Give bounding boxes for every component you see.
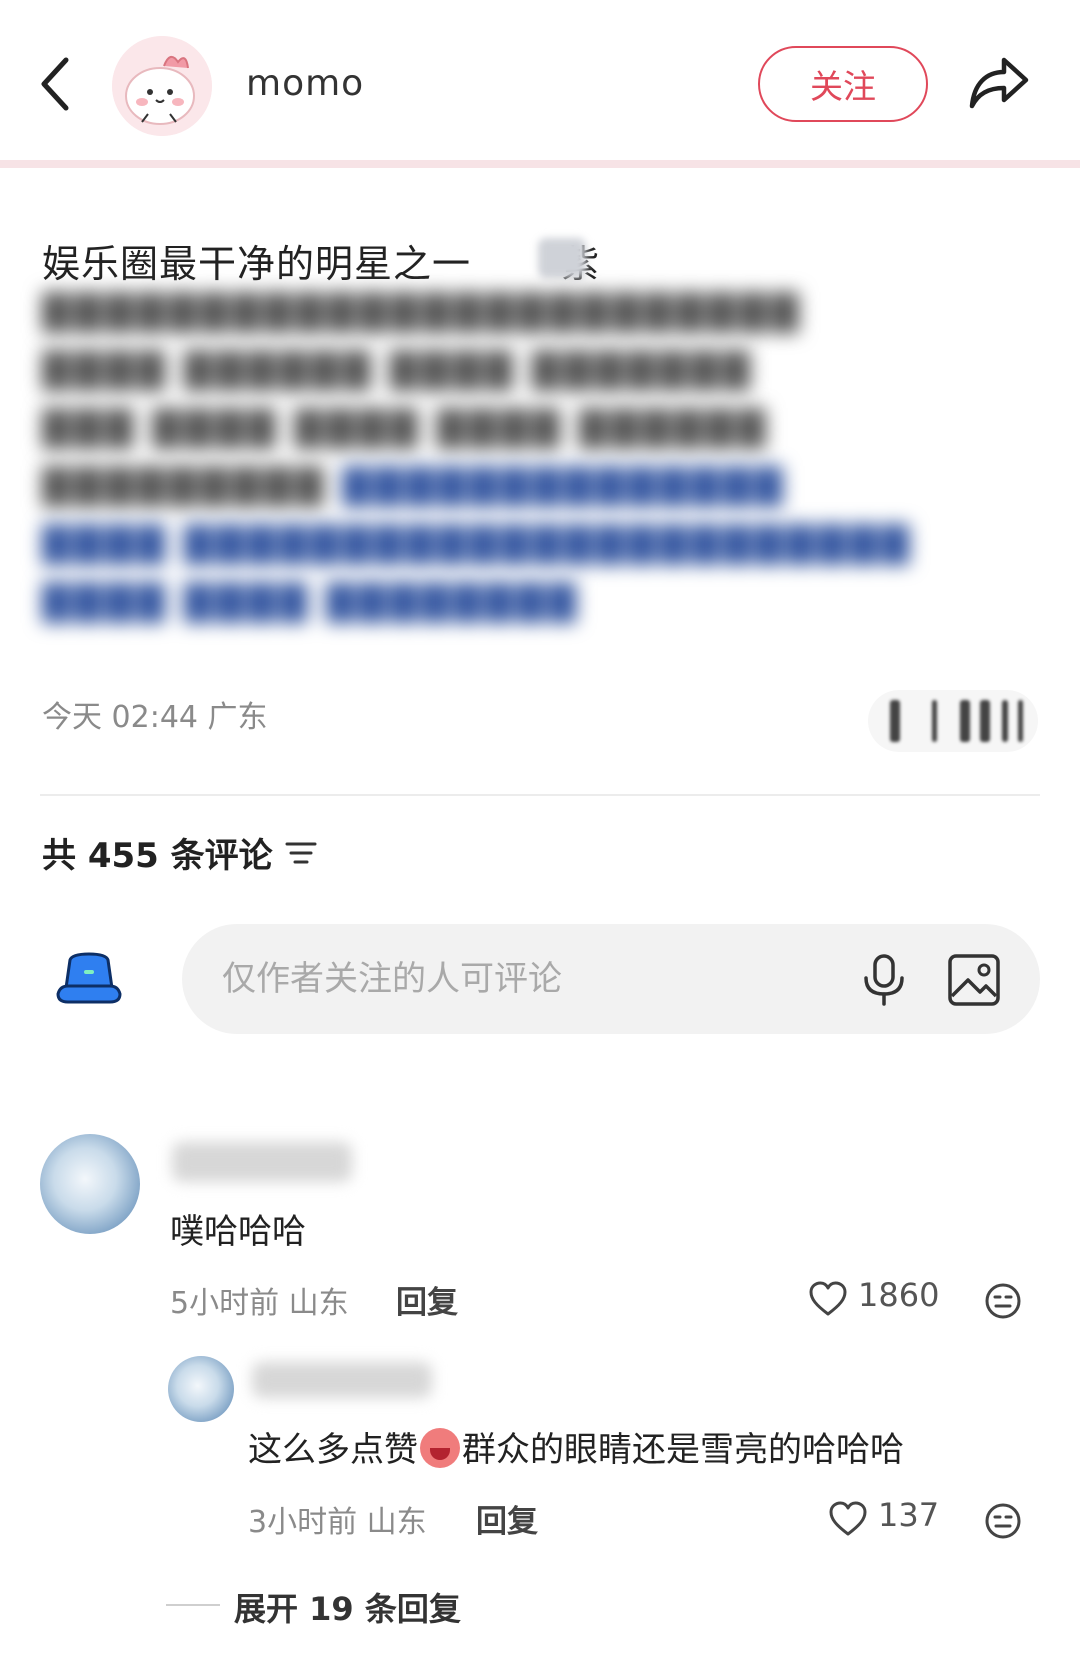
reply-dislike-button[interactable] — [984, 1502, 1022, 1540]
comment-text: 噗哈哈哈 — [170, 1212, 306, 1252]
comment-like-count: 1860 — [858, 1276, 940, 1314]
comment-reply-button[interactable]: 回复 — [396, 1277, 458, 1322]
comment-time-location: 5小时前 山东 — [170, 1286, 349, 1321]
laughing-emoji-icon — [420, 1428, 460, 1468]
image-icon — [948, 954, 1000, 1006]
voice-input-button[interactable] — [860, 952, 908, 1008]
post-tags-redacted: ████ ████ ████████ — [42, 582, 580, 623]
redacted-name — [538, 238, 586, 278]
neutral-face-icon — [985, 1283, 1021, 1319]
reply-name-redacted[interactable] — [252, 1362, 432, 1398]
author-avatar[interactable] — [112, 36, 212, 136]
post-body-redacted: ███ ████ ████ ████ ██████ — [42, 408, 770, 449]
chevron-left-icon — [41, 57, 69, 111]
post-tags-redacted: ████ ███████████████████████ — [42, 524, 913, 565]
microphone-icon — [864, 954, 904, 1006]
heart-icon — [809, 1281, 847, 1316]
reply-reply-button[interactable]: 回复 — [476, 1496, 538, 1541]
header-divider — [0, 160, 1080, 168]
follow-button[interactable]: 关注 — [758, 46, 928, 122]
sort-icon — [285, 842, 317, 864]
post-body-redacted: ████ ██████ ████ ███████ — [42, 350, 754, 391]
reply-text-part2: 群众的眼睛还是雪亮的哈哈哈 — [462, 1430, 904, 1470]
likers-avatars-redacted[interactable] — [868, 690, 1038, 752]
post-title: 娱乐圈最干净的明星之一紫 — [42, 233, 600, 288]
reply-text-part1: 这么多点赞 — [248, 1430, 418, 1470]
heart-icon — [829, 1501, 867, 1536]
comment-input[interactable] — [182, 924, 1040, 1034]
reply-like-button[interactable] — [828, 1500, 868, 1538]
share-arrow-icon — [969, 57, 1029, 109]
expand-divider — [166, 1604, 220, 1606]
image-upload-button[interactable] — [946, 952, 1002, 1008]
reply-text: 这么多点赞 群众的眼睛还是雪亮的哈哈哈 — [248, 1422, 904, 1471]
comment-dislike-button[interactable] — [984, 1282, 1022, 1320]
bucket-hat-icon — [56, 952, 122, 1004]
post-title-text: 娱乐圈最干净的明星之一 — [42, 242, 472, 286]
share-button[interactable] — [966, 52, 1032, 112]
top-bar: momo 关注 — [0, 0, 1080, 165]
comments-count: 共 455 条评论 — [42, 836, 273, 876]
post-time-location: 今天 02:44 广东 — [42, 700, 268, 735]
commenter-avatar[interactable] — [40, 1134, 140, 1234]
commenter-name-redacted[interactable] — [172, 1142, 352, 1182]
post-body-redacted: █████████ ██████████████ — [42, 466, 787, 507]
post-body-redacted: ████████████████████████ — [42, 292, 803, 333]
comment-like-button[interactable] — [808, 1280, 848, 1318]
my-avatar[interactable] — [54, 950, 124, 1010]
neutral-face-icon — [985, 1503, 1021, 1539]
reply-time-location: 3小时前 山东 — [248, 1505, 427, 1540]
cartoon-avatar-icon — [112, 36, 212, 136]
author-name[interactable]: momo — [246, 63, 364, 104]
sort-button[interactable] — [284, 836, 318, 870]
reply-avatar[interactable] — [168, 1356, 234, 1422]
back-button[interactable] — [34, 52, 78, 116]
reply-like-count: 137 — [878, 1496, 940, 1534]
expand-replies-button[interactable]: 展开 19 条回复 — [234, 1584, 461, 1630]
section-divider — [40, 794, 1040, 796]
